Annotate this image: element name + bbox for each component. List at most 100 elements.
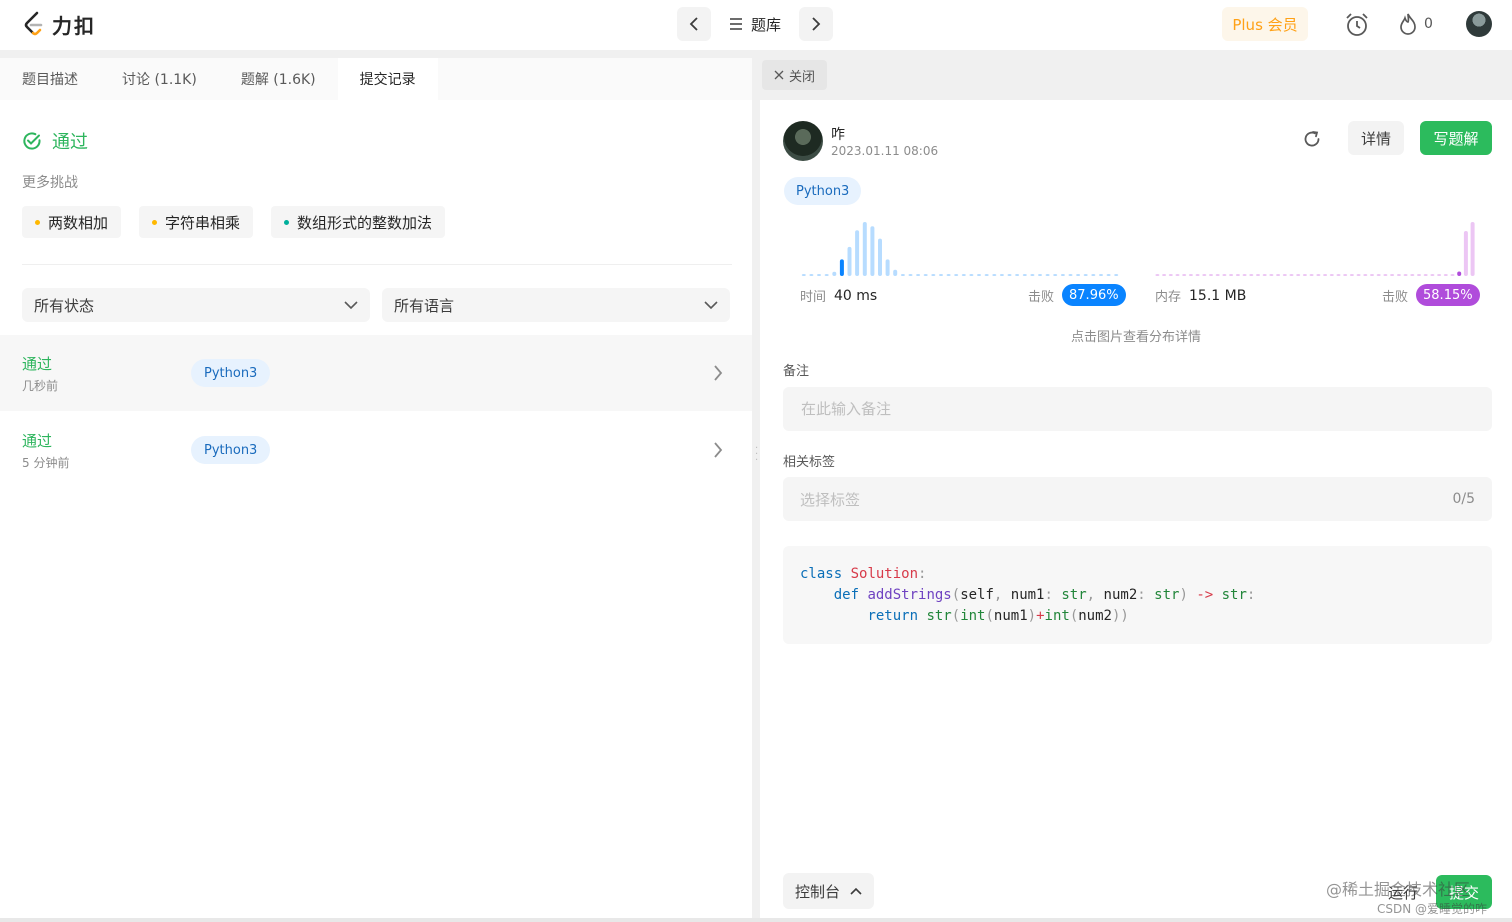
refresh-icon[interactable] — [1302, 129, 1322, 149]
left-panel: 题目描述 讨论 (1.1K) 题解 (1.6K) 提交记录 通过 更多挑战 两数… — [0, 58, 752, 922]
chevron-down-icon — [704, 300, 718, 309]
runtime-metric: 时间 40 ms — [800, 286, 878, 306]
chart-hint: 点击图片查看分布详情 — [1070, 330, 1201, 345]
challenge-label: 数组形式的整数加法 — [297, 213, 433, 232]
distribution-bar — [801, 274, 806, 276]
distribution-bar — [1463, 231, 1468, 276]
difficulty-dot — [284, 219, 290, 225]
status-filter-select[interactable]: 所有状态 — [22, 288, 370, 322]
list-icon — [730, 18, 742, 30]
distribution-bar — [1262, 274, 1267, 276]
tab-description[interactable]: 题目描述 — [0, 58, 100, 100]
submission-row[interactable]: 通过 5 分钟前 Python3 — [0, 412, 752, 488]
distribution-bar — [1417, 274, 1421, 276]
console-toggle-button[interactable]: 控制台 — [783, 873, 875, 909]
code-viewer[interactable]: class Solution: def addStrings(self, num… — [783, 546, 1492, 644]
distribution-bar — [1068, 274, 1073, 276]
distribution-bar — [939, 274, 943, 276]
distribution-bar — [1229, 274, 1234, 276]
write-solution-button[interactable]: 写题解 — [1420, 121, 1492, 155]
submission-detail-panel: 咋 2023.01.11 08:06 详情 写题解 Python3 时间 40 … — [760, 100, 1512, 922]
more-challenges-title: 更多挑战 — [22, 175, 78, 191]
author-name[interactable]: 咋 — [831, 124, 845, 144]
distribution-bar — [1316, 274, 1321, 276]
author-avatar[interactable] — [783, 121, 823, 161]
chevron-right-icon — [714, 365, 723, 381]
distribution-bar — [809, 274, 814, 276]
submission-status: 通过 — [22, 355, 53, 373]
watermark-csdn: CSDN @爱睡觉的咋 — [1377, 902, 1488, 916]
distribution-bar — [824, 274, 829, 276]
problem-list-button[interactable]: 题库 — [719, 14, 791, 35]
distribution-bar — [1155, 274, 1160, 276]
problem-nav: 题库 — [677, 7, 834, 41]
chevron-down-icon — [344, 300, 358, 309]
streak-counter[interactable]: 0 — [1398, 12, 1433, 36]
details-button[interactable]: 详情 — [1348, 121, 1404, 155]
distribution-bar — [1202, 274, 1207, 276]
leetcode-logo-icon — [24, 11, 43, 35]
runtime-value: 40 ms — [834, 287, 878, 304]
challenge-chip[interactable]: 数组形式的整数加法 — [271, 206, 446, 238]
distribution-bar — [1038, 274, 1042, 276]
memory-distribution-chart[interactable] — [1154, 220, 1476, 280]
challenge-label: 两数相加 — [48, 213, 109, 232]
distribution-bar — [1182, 274, 1187, 276]
challenge-list: 两数相加 字符串相乘 数组形式的整数加法 — [22, 206, 446, 238]
submission-timestamp: 2023.01.11 08:06 — [831, 144, 939, 158]
distribution-bar — [1302, 274, 1307, 276]
tab-submissions[interactable]: 提交记录 — [337, 58, 438, 100]
distribution-bar — [1076, 274, 1081, 276]
panel-resize-handle[interactable]: · · · — [755, 444, 758, 466]
submission-language-badge: Python3 — [191, 436, 271, 464]
challenge-label: 字符串相乘 — [165, 213, 241, 232]
close-detail-button[interactable]: 关闭 — [762, 60, 828, 90]
runtime-distribution-chart[interactable] — [800, 220, 1120, 280]
problem-list-label: 题库 — [751, 15, 782, 34]
tag-select[interactable]: 选择标签 0/5 — [783, 477, 1492, 521]
distribution-bar — [1396, 274, 1401, 276]
distribution-bar — [1256, 274, 1260, 276]
distribution-bar — [1323, 274, 1328, 276]
distribution-bar — [1162, 274, 1167, 276]
distribution-bar — [1053, 274, 1058, 276]
note-input[interactable] — [783, 387, 1492, 431]
result-status: 通过 — [52, 132, 88, 153]
plus-member-button[interactable]: Plus 会员 — [1222, 7, 1308, 41]
prev-problem-button[interactable] — [677, 7, 711, 41]
distribution-bar — [1015, 274, 1020, 276]
tab-discussion[interactable]: 讨论 (1.1K) — [100, 58, 219, 100]
chevron-right-icon — [812, 17, 821, 31]
distribution-bar — [839, 259, 844, 276]
distribution-bar — [961, 274, 966, 276]
user-avatar[interactable] — [1466, 11, 1492, 37]
challenge-chip[interactable]: 字符串相乘 — [139, 206, 254, 238]
submission-row[interactable]: 通过 几秒前 Python3 — [0, 335, 752, 411]
distribution-bar — [1296, 274, 1301, 276]
left-tabs: 题目描述 讨论 (1.1K) 题解 (1.6K) 提交记录 — [0, 58, 752, 100]
alarm-clock-icon[interactable] — [1344, 12, 1370, 38]
language-filter-select[interactable]: 所有语言 — [382, 288, 730, 322]
distribution-bar — [1349, 274, 1354, 276]
distribution-bar — [1022, 274, 1027, 276]
distribution-bar — [1289, 274, 1294, 276]
distribution-bar — [1235, 274, 1240, 276]
tab-solutions[interactable]: 题解 (1.6K) — [219, 58, 338, 100]
memory-beat: 击败 58.15% — [1382, 284, 1480, 306]
close-label: 关闭 — [789, 69, 816, 85]
submission-status: 通过 — [22, 432, 53, 450]
top-navbar: 力扣 题库 Plus 会员 0 — [0, 0, 1512, 50]
distribution-bar — [855, 230, 860, 276]
distribution-bar — [1430, 274, 1435, 276]
submission-time: 几秒前 — [22, 379, 59, 393]
challenge-chip[interactable]: 两数相加 — [22, 206, 122, 238]
bottom-scrollbar[interactable] — [0, 918, 1512, 922]
distribution-bar — [1336, 274, 1341, 276]
distribution-bar — [1370, 274, 1374, 276]
next-problem-button[interactable] — [799, 7, 834, 41]
language-filter-value: 所有语言 — [394, 296, 455, 315]
submission-time: 5 分钟前 — [22, 456, 70, 470]
distribution-bar — [847, 246, 852, 276]
distribution-bar — [1007, 274, 1012, 276]
leetcode-logo[interactable]: 力扣 — [22, 10, 96, 39]
